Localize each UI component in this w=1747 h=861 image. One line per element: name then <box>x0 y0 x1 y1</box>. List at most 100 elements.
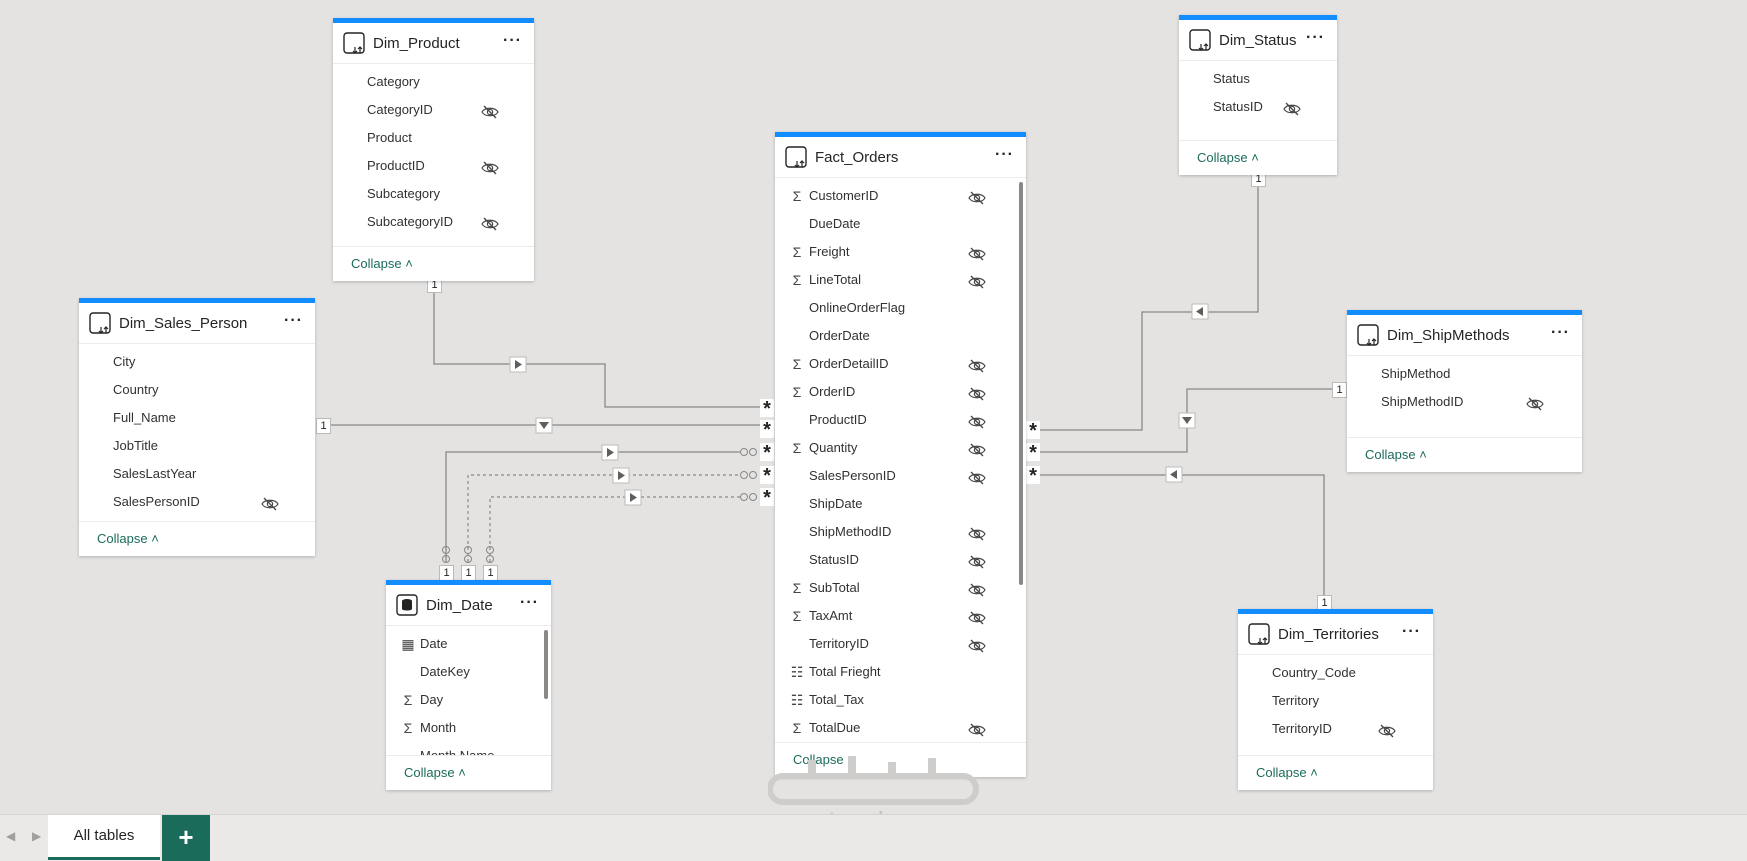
scroll-right-icon[interactable]: ▶ <box>32 829 41 843</box>
field-row[interactable]: Product <box>333 124 534 152</box>
more-options-icon[interactable]: ··· <box>503 32 522 50</box>
field-row[interactable]: Σ Freight <box>775 238 1026 266</box>
table-card-dim-date[interactable]: Dim_Date ··· ▦ Date DateKey Σ Day Σ Month Month N… <box>386 580 551 790</box>
field-row[interactable]: DateKey <box>386 658 551 686</box>
more-options-icon[interactable]: ··· <box>520 594 539 612</box>
more-options-icon[interactable]: ··· <box>1306 29 1325 47</box>
table-card-dim-product[interactable]: Dim_Product ··· Category CategoryID Product P… <box>333 18 534 281</box>
field-row[interactable]: ShipDate <box>775 490 1026 518</box>
field-row[interactable]: City <box>79 348 315 376</box>
eye-slash-icon[interactable] <box>967 384 987 401</box>
table-header[interactable]: Dim_Status ··· <box>1179 20 1337 61</box>
field-row[interactable]: Σ Month <box>386 714 551 742</box>
field-row[interactable]: OnlineOrderFlag <box>775 294 1026 322</box>
more-options-icon[interactable]: ··· <box>1402 623 1421 641</box>
eye-slash-icon[interactable] <box>260 494 280 511</box>
eye-slash-icon[interactable] <box>967 440 987 457</box>
eye-slash-icon[interactable] <box>967 468 987 485</box>
model-canvas[interactable]: 1 1 1 1 1 1 1 1 * * * * * * * * Dim_Prod… <box>0 0 1747 839</box>
eye-slash-icon[interactable] <box>480 214 500 231</box>
eye-slash-icon[interactable] <box>480 158 500 175</box>
field-row[interactable]: Σ Quantity <box>775 434 1026 462</box>
table-header[interactable]: Dim_Sales_Person ··· <box>79 303 315 344</box>
field-row[interactable]: SubcategoryID <box>333 208 534 236</box>
field-row[interactable]: SalesPersonID <box>775 462 1026 490</box>
collapse-button[interactable]: Collapse ˄ <box>97 531 159 546</box>
eye-slash-icon[interactable] <box>967 580 987 597</box>
field-row[interactable]: JobTitle <box>79 432 315 460</box>
field-row[interactable]: Subcategory <box>333 180 534 208</box>
field-row[interactable]: Country <box>79 376 315 404</box>
scrollbar-thumb[interactable] <box>544 630 548 699</box>
field-row[interactable]: TerritoryID <box>775 630 1026 658</box>
eye-slash-icon[interactable] <box>967 552 987 569</box>
collapse-button[interactable]: Collapse ˄ <box>351 256 413 271</box>
eye-slash-icon[interactable] <box>967 356 987 373</box>
field-row[interactable]: Σ TaxAmt <box>775 602 1026 630</box>
field-row[interactable]: Territory <box>1238 687 1433 715</box>
field-row[interactable]: SalesPersonID <box>79 488 315 516</box>
eye-slash-icon[interactable] <box>967 272 987 289</box>
more-options-icon[interactable]: ··· <box>284 312 303 330</box>
table-header[interactable]: Dim_ShipMethods ··· <box>1347 315 1582 356</box>
eye-slash-icon[interactable] <box>967 188 987 205</box>
field-row[interactable]: Σ SubTotal <box>775 574 1026 602</box>
field-row[interactable]: ☷ Total_Tax <box>775 686 1026 714</box>
eye-slash-icon[interactable] <box>967 524 987 541</box>
scroll-left-icon[interactable]: ◀ <box>6 829 15 843</box>
field-row[interactable]: Σ CustomerID <box>775 182 1026 210</box>
more-options-icon[interactable]: ··· <box>1551 324 1570 342</box>
table-header[interactable]: Dim_Product ··· <box>333 23 534 64</box>
eye-slash-icon[interactable] <box>1377 721 1397 738</box>
field-row[interactable]: Σ OrderID <box>775 378 1026 406</box>
table-card-dim-territories[interactable]: Dim_Territories ··· Country_Code Territory T… <box>1238 609 1433 790</box>
eye-slash-icon[interactable] <box>967 244 987 261</box>
field-row[interactable]: ShipMethod <box>1347 360 1582 388</box>
field-row[interactable]: DueDate <box>775 210 1026 238</box>
field-row[interactable]: ShipMethodID <box>775 518 1026 546</box>
table-card-dim-sales-person[interactable]: Dim_Sales_Person ··· City Country Full_Name J… <box>79 298 315 556</box>
collapse-button[interactable]: Collapse ˄ <box>1365 447 1427 462</box>
field-row[interactable]: ☷ Total Frieght <box>775 658 1026 686</box>
add-layout-button[interactable]: + <box>162 815 210 861</box>
collapse-button[interactable]: Collapse ˄ <box>1256 765 1318 780</box>
collapse-button[interactable]: Collapse ˄ <box>1197 150 1259 165</box>
table-header[interactable]: Dim_Territories ··· <box>1238 614 1433 655</box>
eye-slash-icon[interactable] <box>480 102 500 119</box>
eye-slash-icon[interactable] <box>967 720 987 737</box>
field-row[interactable]: StatusID <box>775 546 1026 574</box>
field-row[interactable]: Σ LineTotal <box>775 266 1026 294</box>
field-row[interactable]: StatusID <box>1179 93 1337 121</box>
eye-slash-icon[interactable] <box>967 608 987 625</box>
table-card-dim-status[interactable]: Dim_Status ··· Status StatusID Collapse ˄ <box>1179 15 1337 175</box>
field-row[interactable]: Category <box>333 68 534 96</box>
field-row[interactable]: Status <box>1179 65 1337 93</box>
field-row[interactable]: Σ TotalDue <box>775 714 1026 742</box>
table-header[interactable]: Fact_Orders ··· <box>775 137 1026 178</box>
eye-slash-icon[interactable] <box>1282 99 1302 116</box>
field-row[interactable]: Country_Code <box>1238 659 1433 687</box>
field-row[interactable]: ProductID <box>775 406 1026 434</box>
field-row[interactable]: Month Name <box>386 742 551 755</box>
table-card-dim-shipmethods[interactable]: Dim_ShipMethods ··· ShipMethod ShipMethodID… <box>1347 310 1582 472</box>
field-row[interactable]: ▦ Date <box>386 630 551 658</box>
table-header[interactable]: Dim_Date ··· <box>386 585 551 626</box>
field-row[interactable]: Σ OrderDetailID <box>775 350 1026 378</box>
eye-slash-icon[interactable] <box>1525 394 1545 411</box>
tab-all-tables[interactable]: All tables <box>48 815 160 860</box>
collapse-button[interactable]: Collapse ˄ <box>404 765 466 780</box>
field-row[interactable]: CategoryID <box>333 96 534 124</box>
field-row[interactable]: TerritoryID <box>1238 715 1433 743</box>
field-name: SalesPersonID <box>113 494 200 509</box>
eye-slash-icon[interactable] <box>967 636 987 653</box>
more-options-icon[interactable]: ··· <box>995 146 1014 164</box>
field-row[interactable]: ProductID <box>333 152 534 180</box>
field-row[interactable]: Σ Day <box>386 686 551 714</box>
scrollbar-thumb[interactable] <box>1019 182 1023 585</box>
table-card-fact-orders[interactable]: Fact_Orders ··· Σ CustomerID DueDate Σ Freight… <box>775 132 1026 777</box>
eye-slash-icon[interactable] <box>967 412 987 429</box>
field-row[interactable]: Full_Name <box>79 404 315 432</box>
field-row[interactable]: OrderDate <box>775 322 1026 350</box>
field-row[interactable]: SalesLastYear <box>79 460 315 488</box>
field-row[interactable]: ShipMethodID <box>1347 388 1582 416</box>
